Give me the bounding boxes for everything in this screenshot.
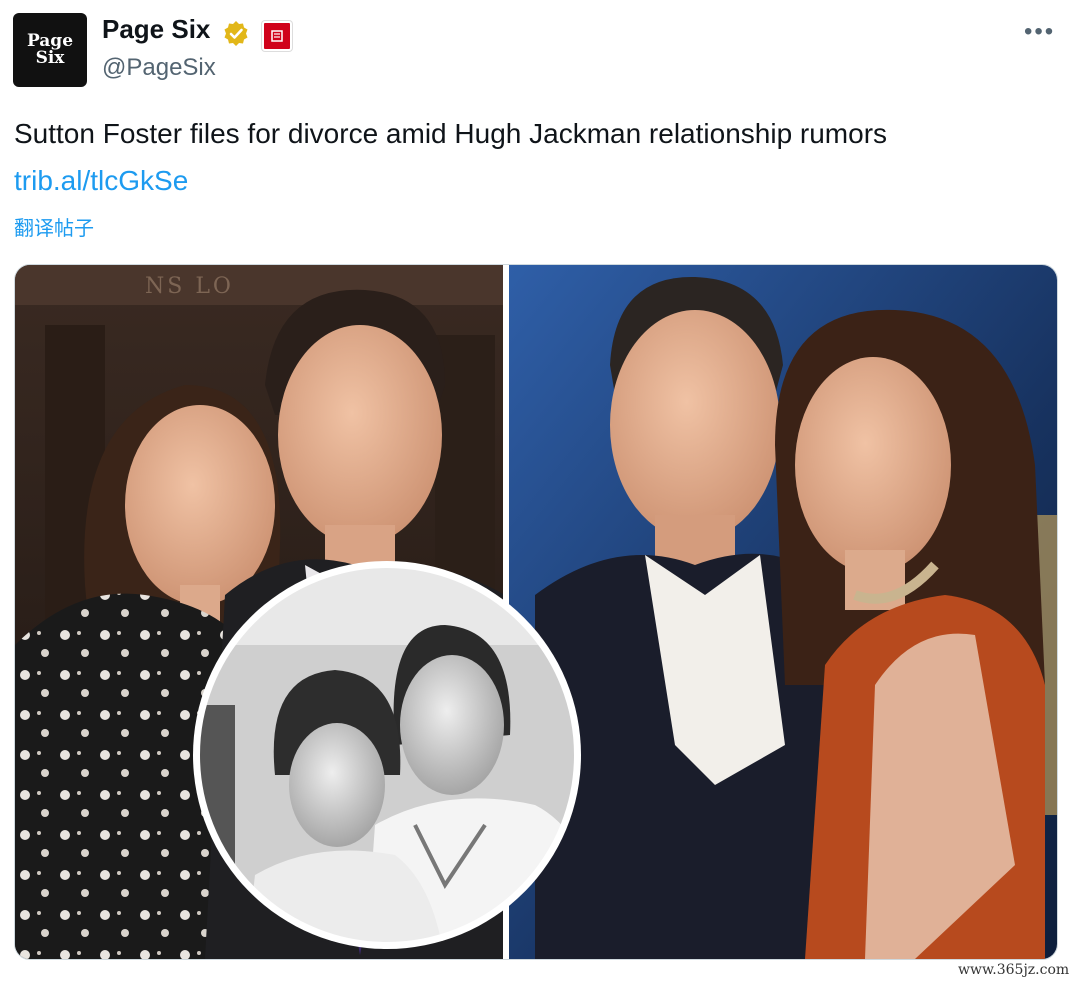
- tweet-text: Sutton Foster files for divorce amid Hug…: [14, 118, 888, 149]
- translate-post-link[interactable]: 翻译帖子: [14, 212, 94, 241]
- display-name[interactable]: Page Six: [102, 14, 210, 45]
- verified-badge-icon: [224, 21, 248, 46]
- photo-collage: NS LO: [15, 265, 1057, 959]
- handle[interactable]: @PageSix: [102, 54, 216, 82]
- background-sign-text: NS LO: [145, 274, 234, 299]
- newspaper-icon: [271, 30, 283, 42]
- more-options-icon[interactable]: •••: [1024, 18, 1055, 46]
- avatar[interactable]: Page Six: [13, 13, 87, 87]
- org-badge-icon[interactable]: [262, 21, 292, 51]
- tweet-media-image[interactable]: NS LO: [14, 264, 1058, 960]
- tweet-link[interactable]: trib.al/tlcGkSe: [14, 165, 188, 197]
- watermark: www.365jz.com: [958, 962, 1070, 978]
- avatar-line-2: Six: [35, 48, 65, 68]
